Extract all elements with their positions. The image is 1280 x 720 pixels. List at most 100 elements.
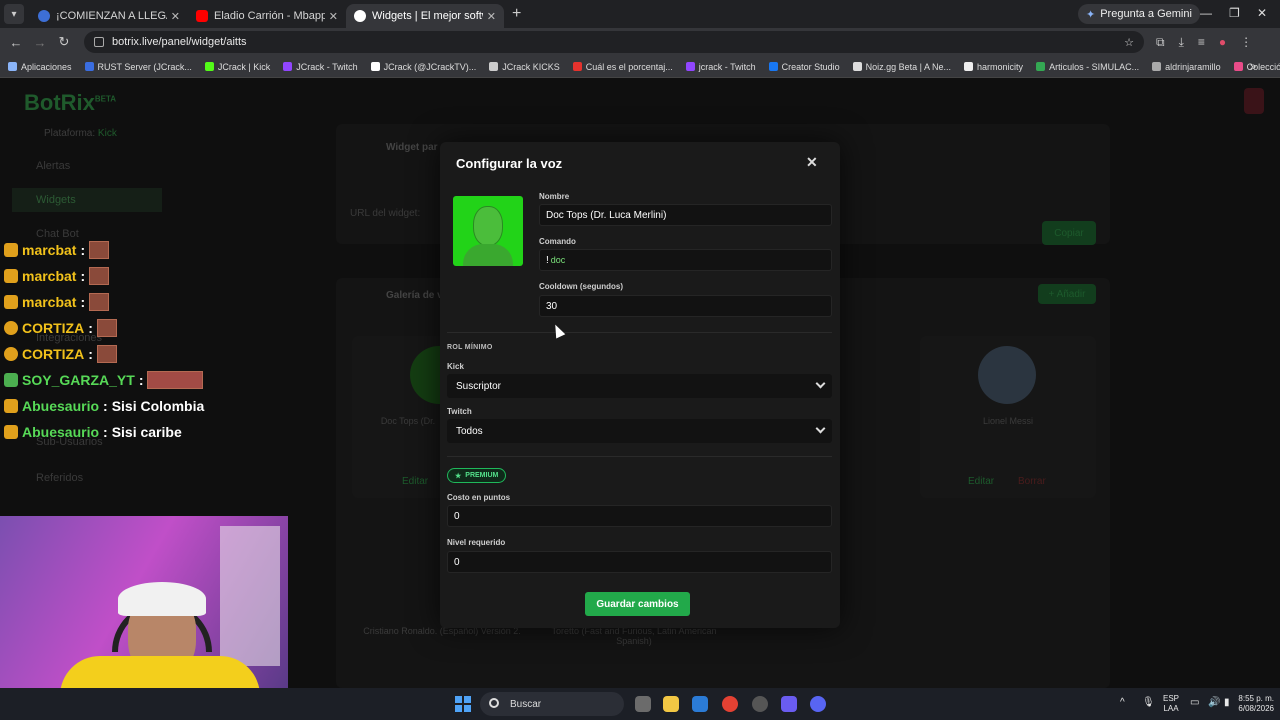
new-tab-icon[interactable]: + <box>512 5 521 23</box>
modal-title: Configurar la voz <box>456 156 563 171</box>
bookmark-item[interactable]: Cuál es el porcentaj... <box>572 62 673 72</box>
file-explorer-icon[interactable] <box>663 696 679 712</box>
apps-icon <box>8 62 17 71</box>
chevron-down-icon <box>815 423 826 434</box>
restore-icon[interactable]: ❐ <box>1229 6 1240 20</box>
sidebar-item-alertas[interactable]: Alertas <box>12 154 162 178</box>
gemini-button[interactable]: ✦ Pregunta a Gemini <box>1078 4 1200 24</box>
delete-button[interactable]: Borrar <box>1018 476 1046 487</box>
bookmark-item[interactable]: Aplicaciones <box>8 62 72 72</box>
back-icon[interactable]: ← <box>4 35 28 50</box>
url-input[interactable]: botrix.live/panel/widget/aitts ☆ <box>84 31 1144 53</box>
tab-favicon-icon <box>354 10 366 22</box>
bookmark-favicon-icon <box>489 62 499 71</box>
points-cost-input[interactable]: 0 <box>447 505 832 527</box>
bookmark-item[interactable]: aldrinjaramillo <box>1152 62 1221 72</box>
bookmark-item[interactable]: JCrack KICKS <box>489 62 560 72</box>
tab-close-icon[interactable]: ✕ <box>171 10 180 23</box>
edit-button[interactable]: Editar <box>402 476 428 487</box>
twitch-role-select[interactable]: Todos <box>447 419 832 443</box>
tab-close-icon[interactable]: ✕ <box>329 10 338 23</box>
network-icon[interactable]: ▭ <box>1190 698 1199 708</box>
tab-favicon-icon <box>38 10 50 22</box>
chat-line: Abuesaurio: Sisi Colombia <box>4 396 204 416</box>
streamer-shirt <box>60 656 260 688</box>
bookmark-item[interactable]: Articulos - SIMULAC... <box>1036 62 1139 72</box>
star-icon: ★ <box>455 472 462 480</box>
add-voice-button[interactable]: + Añadir <box>1038 284 1096 304</box>
divider <box>447 332 832 333</box>
language-indicator[interactable]: ESP LAA <box>1163 694 1179 714</box>
widget-url-label: URL del widget: <box>350 208 421 219</box>
bookmark-favicon-icon <box>1233 62 1243 71</box>
tab-search-button[interactable]: ▾ <box>4 4 24 24</box>
bookmark-item[interactable]: Colección de M_blei... <box>1233 62 1280 72</box>
cooldown-input[interactable]: 30 <box>539 295 832 317</box>
tab-1[interactable]: Eladio Carrión - Mbappe (Vide ✕ <box>188 4 346 28</box>
copy-button[interactable]: Copiar <box>1042 221 1096 245</box>
discord-icon[interactable] <box>810 696 826 712</box>
bookmark-item[interactable]: Noiz.gg Beta | A Ne... <box>852 62 951 72</box>
kick-role-select[interactable]: Suscriptor <box>447 374 832 398</box>
tab-bar: ▾ ¡COMIENZAN A LLEGAR LAS C ✕ Eladio Car… <box>0 0 1280 28</box>
sidebar-item-widgets[interactable]: Widgets <box>12 188 162 212</box>
voice-image <box>453 196 523 266</box>
bookmark-item[interactable]: jcrack - Twitch <box>685 62 756 72</box>
bookmark-item[interactable]: RUST Server (JCrack... <box>84 62 192 72</box>
media-icon[interactable]: ≡ <box>1198 35 1205 50</box>
bookmark-star-icon[interactable]: ☆ <box>1124 36 1134 49</box>
widget-panel-title: Widget par <box>386 142 438 153</box>
bookmark-item[interactable]: Creator Studio <box>768 62 840 72</box>
gallery-title: Galería de v <box>386 290 443 301</box>
configure-voice-modal: Configurar la voz ✕ Nombre Doc Tops (Dr.… <box>440 142 840 628</box>
volume-icon[interactable]: 🔊 <box>1208 698 1220 708</box>
bookmark-item[interactable]: harmonicity <box>964 62 1023 72</box>
bookmark-favicon-icon <box>84 62 94 71</box>
profile-icon[interactable]: ● <box>1219 35 1226 50</box>
bookmark-item[interactable]: JCrack (@JCrackTV)... <box>370 62 476 72</box>
close-icon[interactable]: ✕ <box>806 154 818 171</box>
task-view-icon[interactable] <box>635 696 651 712</box>
save-changes-button[interactable]: Guardar cambios <box>585 592 690 616</box>
user-avatar[interactable] <box>1244 88 1264 114</box>
tray-chevron-icon[interactable]: ^ <box>1120 698 1125 708</box>
taskbar-search-input[interactable]: Buscar <box>480 692 624 716</box>
apps-grid-icon[interactable] <box>781 696 797 712</box>
crown-icon <box>4 425 18 439</box>
menu-icon[interactable]: ⋮ <box>1240 35 1252 50</box>
command-input[interactable]: ! doc <box>539 249 832 271</box>
required-level-input[interactable]: 0 <box>447 551 832 573</box>
botrix-logo[interactable]: BotRixBETA <box>24 90 116 116</box>
outlook-icon[interactable] <box>692 696 708 712</box>
obs-icon[interactable] <box>752 696 768 712</box>
min-role-label: ROL MÍNIMO <box>447 344 493 351</box>
chat-line: CORTIZA: <box>4 318 117 338</box>
site-info-icon[interactable] <box>94 37 104 47</box>
voice-card-name: Lionel Messi <box>982 416 1034 426</box>
streamer-cap <box>118 582 206 616</box>
tab-close-icon[interactable]: ✕ <box>487 10 496 23</box>
name-input[interactable]: Doc Tops (Dr. Luca Merlini) <box>539 204 832 226</box>
extensions-icon[interactable]: ⧉ <box>1156 35 1165 50</box>
twitch-icon <box>283 62 293 71</box>
close-window-icon[interactable]: ✕ <box>1257 6 1267 20</box>
tab-0[interactable]: ¡COMIENZAN A LLEGAR LAS C ✕ <box>30 4 188 28</box>
bookmark-item[interactable]: JCrack | Kick <box>204 62 270 72</box>
youtube-icon <box>196 10 208 22</box>
forward-icon[interactable]: → <box>28 35 52 50</box>
sidebar-item-referidos[interactable]: Referidos <box>12 466 162 490</box>
microphone-icon[interactable]: 🎙 <box>1142 698 1155 708</box>
minimize-icon[interactable]: — <box>1200 6 1212 20</box>
bookmark-item[interactable]: JCrack - Twitch <box>283 62 358 72</box>
tab-2-active[interactable]: Widgets | El mejor software pa ✕ <box>346 4 504 28</box>
emote-image <box>89 267 110 285</box>
edit-button[interactable]: Editar <box>968 476 994 487</box>
clock[interactable]: 8:55 p. m. 6/08/2026 <box>1226 694 1274 714</box>
bookmark-favicon-icon <box>1152 62 1162 71</box>
more-bookmarks-icon[interactable]: » <box>1250 61 1256 73</box>
chrome-icon[interactable] <box>722 696 738 712</box>
reload-icon[interactable]: ↻ <box>52 34 76 50</box>
x-icon <box>370 62 380 71</box>
download-icon[interactable]: ⤓ <box>1179 35 1184 50</box>
windows-start-icon[interactable] <box>455 696 471 712</box>
